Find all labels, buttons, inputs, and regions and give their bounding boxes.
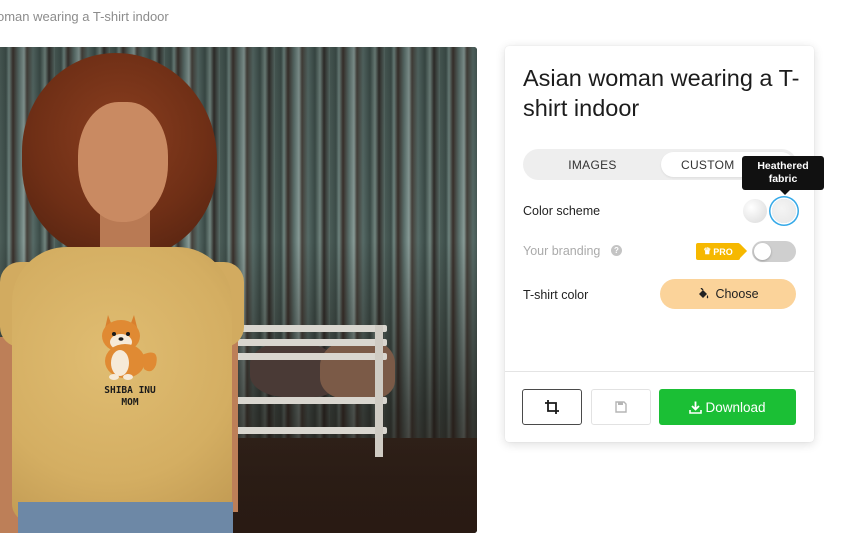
jeans [18,502,233,533]
crop-button[interactable] [522,389,582,425]
tab-images[interactable]: IMAGES [526,152,659,177]
paint-bucket-icon [699,288,709,299]
download-icon [689,401,703,414]
heathered-color-swatch[interactable] [772,199,796,223]
tshirt-print-text: SHIBA INU MOM [104,385,156,408]
heathered-tooltip: Heathered fabric [742,156,824,195]
mockup-settings-panel: Asian woman wearing a T-shirt indoor IMA… [505,46,824,442]
breadcrumb: oman wearing a T-shirt indoor [0,9,169,24]
toggle-knob [754,243,771,260]
pro-badge: ♛ PRO [696,243,740,260]
color-scheme-label: Color scheme [523,204,601,218]
choose-color-button[interactable]: Choose [660,279,796,309]
page-title: Asian woman wearing a T-shirt indoor [523,65,800,121]
help-icon[interactable]: ? [611,245,622,256]
model: SHIBA INU MOM [0,47,300,533]
shiba-inu-dog-print [102,315,157,380]
download-button[interactable]: Download [659,389,796,425]
branding-label: Your branding [523,244,601,258]
face [78,102,168,222]
crown-icon: ♛ [703,246,712,256]
branding-toggle[interactable] [752,241,796,262]
floppy-disk-icon [615,401,627,413]
crop-icon [545,400,559,414]
save-button[interactable] [591,389,651,425]
divider [505,371,814,372]
mockup-image: SHIBA INU MOM [0,47,477,533]
solid-color-swatch[interactable] [743,199,767,223]
tshirt-color-label: T-shirt color [523,288,589,302]
